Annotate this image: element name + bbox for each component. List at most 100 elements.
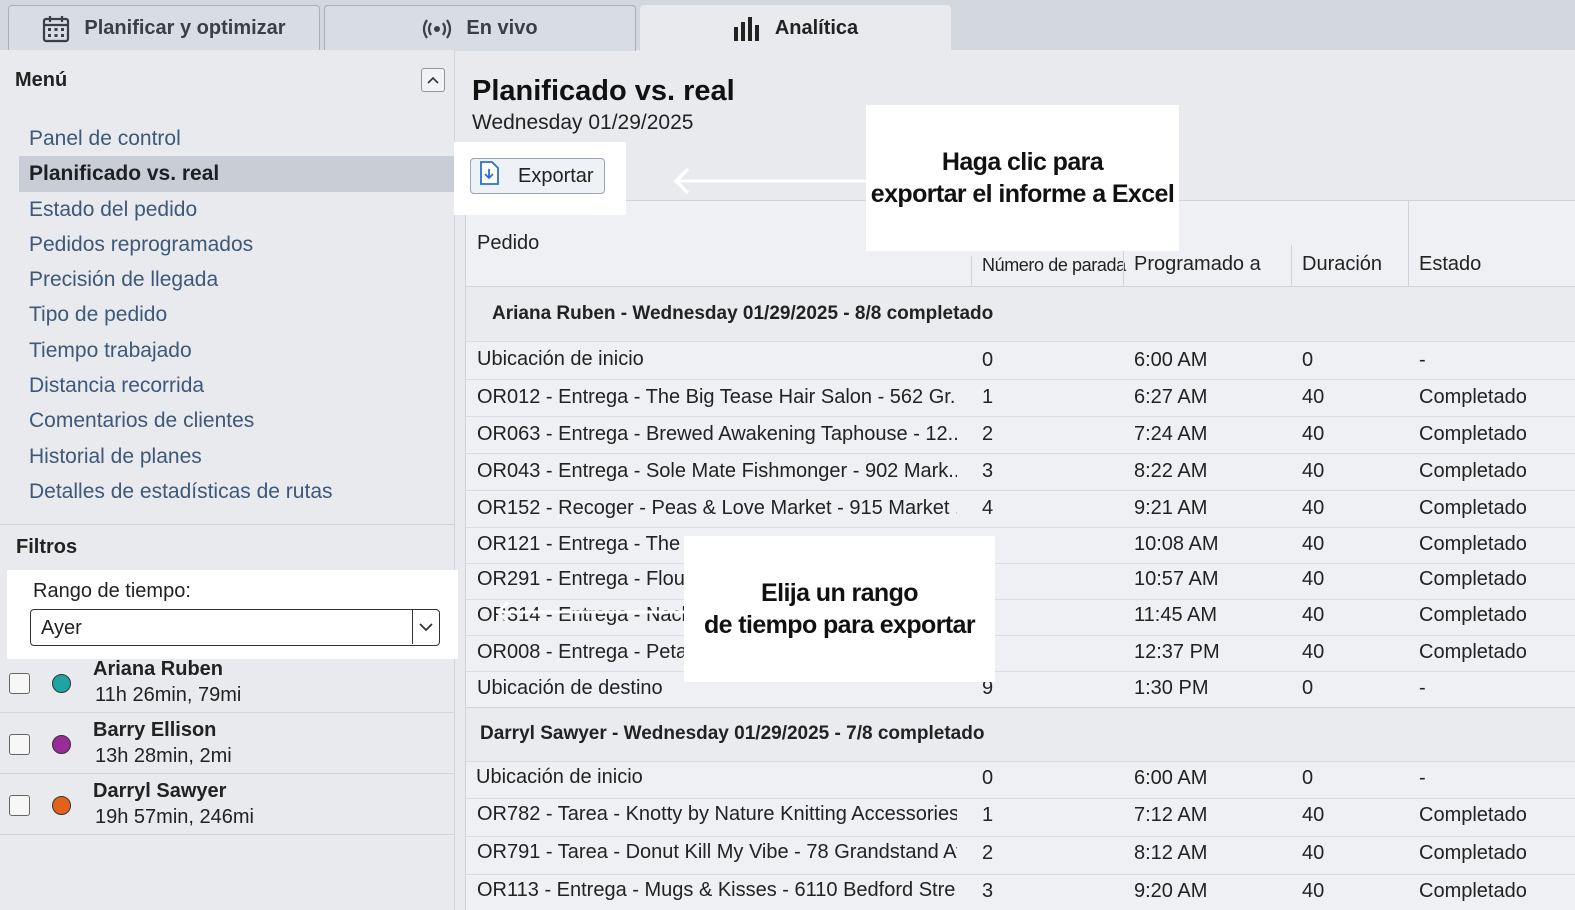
- cell-stop: 2: [982, 423, 994, 445]
- cell-status: Completado: [1419, 460, 1527, 482]
- chevron-up-icon: [427, 71, 439, 89]
- menu-item-order-type[interactable]: Tipo de pedido: [19, 297, 455, 332]
- cell-scheduled: 9:21 AM: [1134, 497, 1208, 519]
- table-row[interactable]: OR782 - Tarea - Knotty by Nature Knittin…: [466, 798, 1575, 836]
- table-row[interactable]: Ubicación de inicio 0 6:00 AM 0 -: [466, 341, 1575, 379]
- driver-checkbox[interactable]: [9, 673, 30, 694]
- tab-plan-optimize-label: Planificar y optimizar: [84, 17, 286, 39]
- cell-order: OR063 - Entrega - Brewed Awakening Tapho…: [477, 423, 957, 445]
- cell-status: -: [1419, 767, 1426, 789]
- sidebar-divider: [0, 524, 455, 525]
- column-divider: [971, 256, 972, 286]
- export-button[interactable]: Exportar: [470, 158, 605, 194]
- menu-item-arrival-accuracy[interactable]: Precisión de llegada: [19, 262, 455, 297]
- cell-scheduled: 6:00 AM: [1134, 349, 1208, 371]
- cell-status: Completado: [1419, 423, 1527, 445]
- tab-live[interactable]: En vivo: [324, 5, 636, 51]
- cell-duration: 0: [1302, 677, 1314, 699]
- column-divider: [1123, 245, 1124, 286]
- time-range-filter: Rango de tiempo: Ayer: [7, 570, 458, 659]
- cell-status: Completado: [1419, 568, 1527, 590]
- table-row[interactable]: OR043 - Entrega - Sole Mate Fishmonger -…: [466, 453, 1575, 490]
- cell-duration: 40: [1302, 842, 1325, 864]
- cell-duration: 40: [1302, 423, 1325, 445]
- menu-title: Menú: [15, 69, 68, 91]
- export-callout-line-2: exportar el informe a Excel: [870, 180, 1175, 208]
- menu-item-plan-history[interactable]: Historial de planes: [19, 439, 455, 474]
- group-header-label: Darryl Sawyer - Wednesday 01/29/2025 - 7…: [480, 723, 985, 744]
- cell-scheduled: 10:57 AM: [1134, 568, 1219, 590]
- table-row[interactable]: OR791 - Tarea - Donut Kill My Vibe - 78 …: [466, 836, 1575, 874]
- menu-item-time-worked[interactable]: Tiempo trabajado: [19, 333, 455, 368]
- cell-scheduled: 10:08 AM: [1134, 533, 1219, 555]
- table-row[interactable]: OR291 - Entrega - Flourı 10:57 AM 40 Com…: [466, 563, 1575, 599]
- table-row[interactable]: OR113 - Entrega - Mugs & Kisses - 6110 B…: [466, 874, 1575, 910]
- cell-scheduled: 7:24 AM: [1134, 423, 1208, 445]
- cell-status: Completado: [1419, 880, 1527, 902]
- driver-checkbox[interactable]: [9, 734, 30, 755]
- cell-duration: 40: [1302, 604, 1325, 626]
- cell-duration: 40: [1302, 386, 1325, 408]
- column-header-order[interactable]: Pedido: [477, 232, 539, 255]
- export-highlight: Exportar: [454, 142, 626, 215]
- driver-row: Barry Ellison 13h 28min, 2mi: [0, 713, 455, 774]
- cell-order: Ubicación de inicio: [476, 766, 643, 788]
- cell-stop: 1: [982, 386, 994, 408]
- cell-order: OR791 - Tarea - Donut Kill My Vibe - 78 …: [477, 841, 957, 863]
- table-row[interactable]: OR008 - Entrega - Petali 12:37 PM 40 Com…: [466, 635, 1575, 671]
- driver-checkbox[interactable]: [9, 795, 30, 816]
- table-row[interactable]: Ubicación de destino 9 1:30 PM 0 -: [466, 671, 1575, 707]
- column-header-duration[interactable]: Duración: [1302, 253, 1382, 276]
- cell-order: OR113 - Entrega - Mugs & Kisses - 6110 B…: [477, 879, 957, 901]
- time-range-select[interactable]: Ayer: [30, 609, 440, 646]
- table-row[interactable]: OR063 - Entrega - Brewed Awakening Tapho…: [466, 416, 1575, 453]
- table-row[interactable]: OR012 - Entrega - The Big Tease Hair Sal…: [466, 379, 1575, 416]
- driver-name: Barry Ellison: [93, 719, 217, 741]
- cell-stop: 0: [982, 349, 994, 371]
- table-row[interactable]: OR152 - Recoger - Peas & Love Market - 9…: [466, 490, 1575, 527]
- cell-status: -: [1419, 677, 1426, 699]
- table-row[interactable]: Ubicación de inicio 0 6:00 AM 0 -: [466, 761, 1575, 798]
- cell-stop: 4: [982, 497, 994, 519]
- cell-duration: 40: [1302, 641, 1325, 663]
- column-header-stop-number[interactable]: Número de parada: [982, 255, 1126, 276]
- column-header-status[interactable]: Estado: [1419, 253, 1481, 276]
- cell-scheduled: 6:27 AM: [1134, 386, 1208, 408]
- cell-duration: 0: [1302, 349, 1314, 371]
- menu-item-distance-traveled[interactable]: Distancia recorrida: [19, 368, 455, 403]
- tab-live-label: En vivo: [466, 17, 538, 39]
- driver-name: Ariana Ruben: [93, 658, 224, 680]
- column-header-scheduled[interactable]: Programado a: [1134, 253, 1261, 276]
- cell-duration: 40: [1302, 568, 1325, 590]
- menu-item-planned-vs-actual[interactable]: Planificado vs. real: [19, 156, 455, 192]
- cell-status: Completado: [1419, 842, 1527, 864]
- cell-order: OR012 - Entrega - The Big Tease Hair Sal…: [477, 386, 957, 408]
- cell-status: Completado: [1419, 604, 1527, 626]
- chevron-down-icon: [412, 610, 439, 644]
- driver-name: Darryl Sawyer: [93, 780, 227, 802]
- menu-item-dashboard[interactable]: Panel de control: [19, 121, 455, 156]
- driver-row: Darryl Sawyer 19h 57min, 246mi: [0, 774, 455, 835]
- cell-stop: 2: [982, 842, 994, 864]
- cell-scheduled: 12:37 PM: [1134, 641, 1220, 663]
- cell-stop: 0: [982, 767, 994, 789]
- collapse-menu-button[interactable]: [421, 68, 445, 92]
- broadcast-icon: [422, 18, 452, 40]
- filters-title: Filtros: [16, 536, 78, 558]
- cell-status: Completado: [1419, 804, 1527, 826]
- driver-color-dot: [52, 674, 71, 693]
- table-row[interactable]: OR121 - Entrega - The C 10:08 AM 40 Comp…: [466, 527, 1575, 563]
- cell-stop: 1: [982, 804, 994, 826]
- cell-status: -: [1419, 349, 1426, 371]
- tab-analytics[interactable]: Analítica: [640, 5, 951, 51]
- group-header-label: Ariana Ruben - Wednesday 01/29/2025 - 8/…: [492, 303, 994, 324]
- menu-item-route-stats-details[interactable]: Detalles de estadísticas de rutas: [19, 474, 455, 509]
- menu-item-rescheduled-orders[interactable]: Pedidos reprogramados: [19, 227, 455, 262]
- menu-item-customer-feedback[interactable]: Comentarios de clientes: [19, 403, 455, 438]
- arrow-left-icon: [673, 167, 868, 195]
- column-divider: [1408, 201, 1409, 286]
- tab-plan-optimize[interactable]: Planificar y optimizar: [8, 5, 320, 51]
- menu-item-order-status[interactable]: Estado del pedido: [19, 192, 455, 227]
- cell-duration: 40: [1302, 804, 1325, 826]
- export-callout-line-1: Haga clic para: [941, 148, 1104, 176]
